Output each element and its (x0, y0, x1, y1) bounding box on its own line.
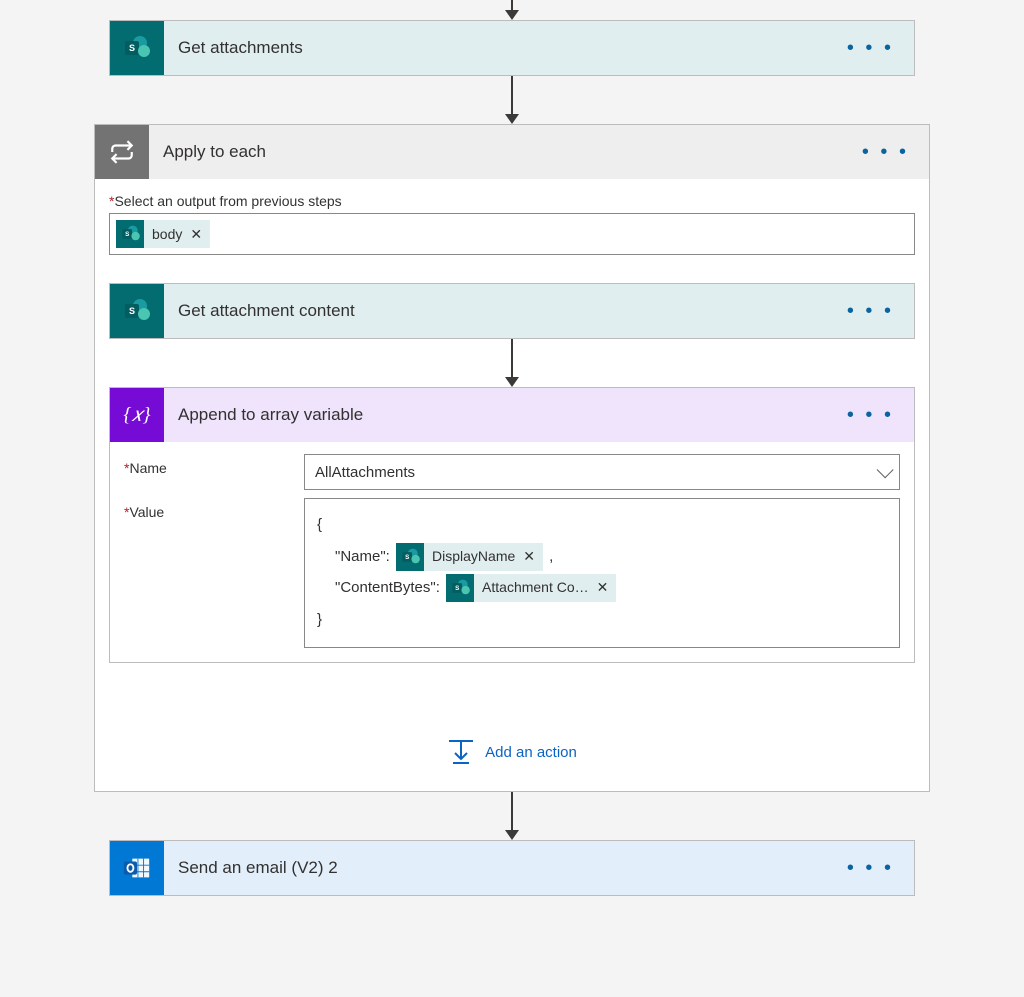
action-header[interactable]: {𝑥} Append to array variable • • • (110, 388, 914, 442)
add-action-button[interactable]: Add an action (437, 733, 587, 771)
token-label: body (152, 226, 182, 242)
sharepoint-icon: S (116, 220, 144, 248)
connector-arrow (505, 76, 519, 124)
variable-icon: {𝑥} (110, 388, 164, 442)
scope-title: Apply to each (149, 142, 852, 162)
overflow-menu-icon[interactable]: • • • (837, 37, 904, 60)
action-title: Send an email (V2) 2 (164, 858, 837, 878)
scope-apply-to-each: Apply to each • • • *Select an output fr… (94, 124, 930, 792)
connector-arrow (505, 792, 519, 840)
action-get-attachments[interactable]: S Get attachments • • • (109, 20, 915, 76)
add-action-icon (447, 739, 475, 765)
loop-icon (95, 125, 149, 179)
output-select-label: *Select an output from previous steps (109, 193, 915, 209)
field-value-label: Value (129, 504, 164, 520)
action-title: Append to array variable (164, 405, 837, 425)
token-attachment-content[interactable]: S Attachment Co… ✕ (446, 574, 616, 602)
connector-arrow (505, 339, 519, 387)
value-expression-input[interactable]: { "Name": S DisplayName ✕ , (304, 498, 900, 648)
overflow-menu-icon[interactable]: • • • (837, 857, 904, 880)
output-select-input[interactable]: S body ✕ (109, 213, 915, 255)
field-name-row: *Name AllAttachments (110, 442, 914, 490)
sharepoint-icon: S (396, 543, 424, 571)
scope-header[interactable]: Apply to each • • • (95, 125, 929, 179)
comma: , (549, 548, 553, 565)
field-name-label: Name (129, 460, 166, 476)
action-append-array: {𝑥} Append to array variable • • • *Name… (109, 387, 915, 663)
add-action-label: Add an action (485, 744, 577, 761)
brace-open: { (317, 509, 887, 541)
action-title: Get attachment content (164, 301, 837, 321)
expr-key-name: "Name": (335, 548, 390, 565)
name-select[interactable]: AllAttachments (304, 454, 900, 490)
overflow-menu-icon[interactable]: • • • (852, 141, 919, 164)
token-remove-icon[interactable]: ✕ (190, 226, 202, 243)
sharepoint-icon: S (110, 284, 164, 338)
sharepoint-icon: S (446, 574, 474, 602)
sharepoint-icon: S (110, 21, 164, 75)
overflow-menu-icon[interactable]: • • • (837, 404, 904, 427)
token-body[interactable]: S body ✕ (116, 220, 210, 248)
expr-key-contentbytes: "ContentBytes": (335, 579, 440, 596)
token-remove-icon[interactable]: ✕ (523, 542, 535, 571)
token-label: DisplayName (432, 542, 515, 571)
token-displayname[interactable]: S DisplayName ✕ (396, 543, 543, 571)
outlook-icon (110, 841, 164, 895)
action-send-email[interactable]: Send an email (V2) 2 • • • (109, 840, 915, 896)
overflow-menu-icon[interactable]: • • • (837, 300, 904, 323)
action-title: Get attachments (164, 38, 837, 58)
brace-close: } (317, 604, 887, 636)
field-value-row: *Value { "Name": S DisplayName ✕ (110, 490, 914, 648)
svg-text:{𝑥}: {𝑥} (123, 404, 150, 426)
chevron-down-icon (877, 461, 894, 478)
token-remove-icon[interactable]: ✕ (597, 573, 609, 602)
connector-arrow (505, 0, 519, 20)
action-get-attachment-content[interactable]: S Get attachment content • • • (109, 283, 915, 339)
token-label: Attachment Co… (482, 573, 589, 602)
name-select-value: AllAttachments (315, 464, 415, 481)
